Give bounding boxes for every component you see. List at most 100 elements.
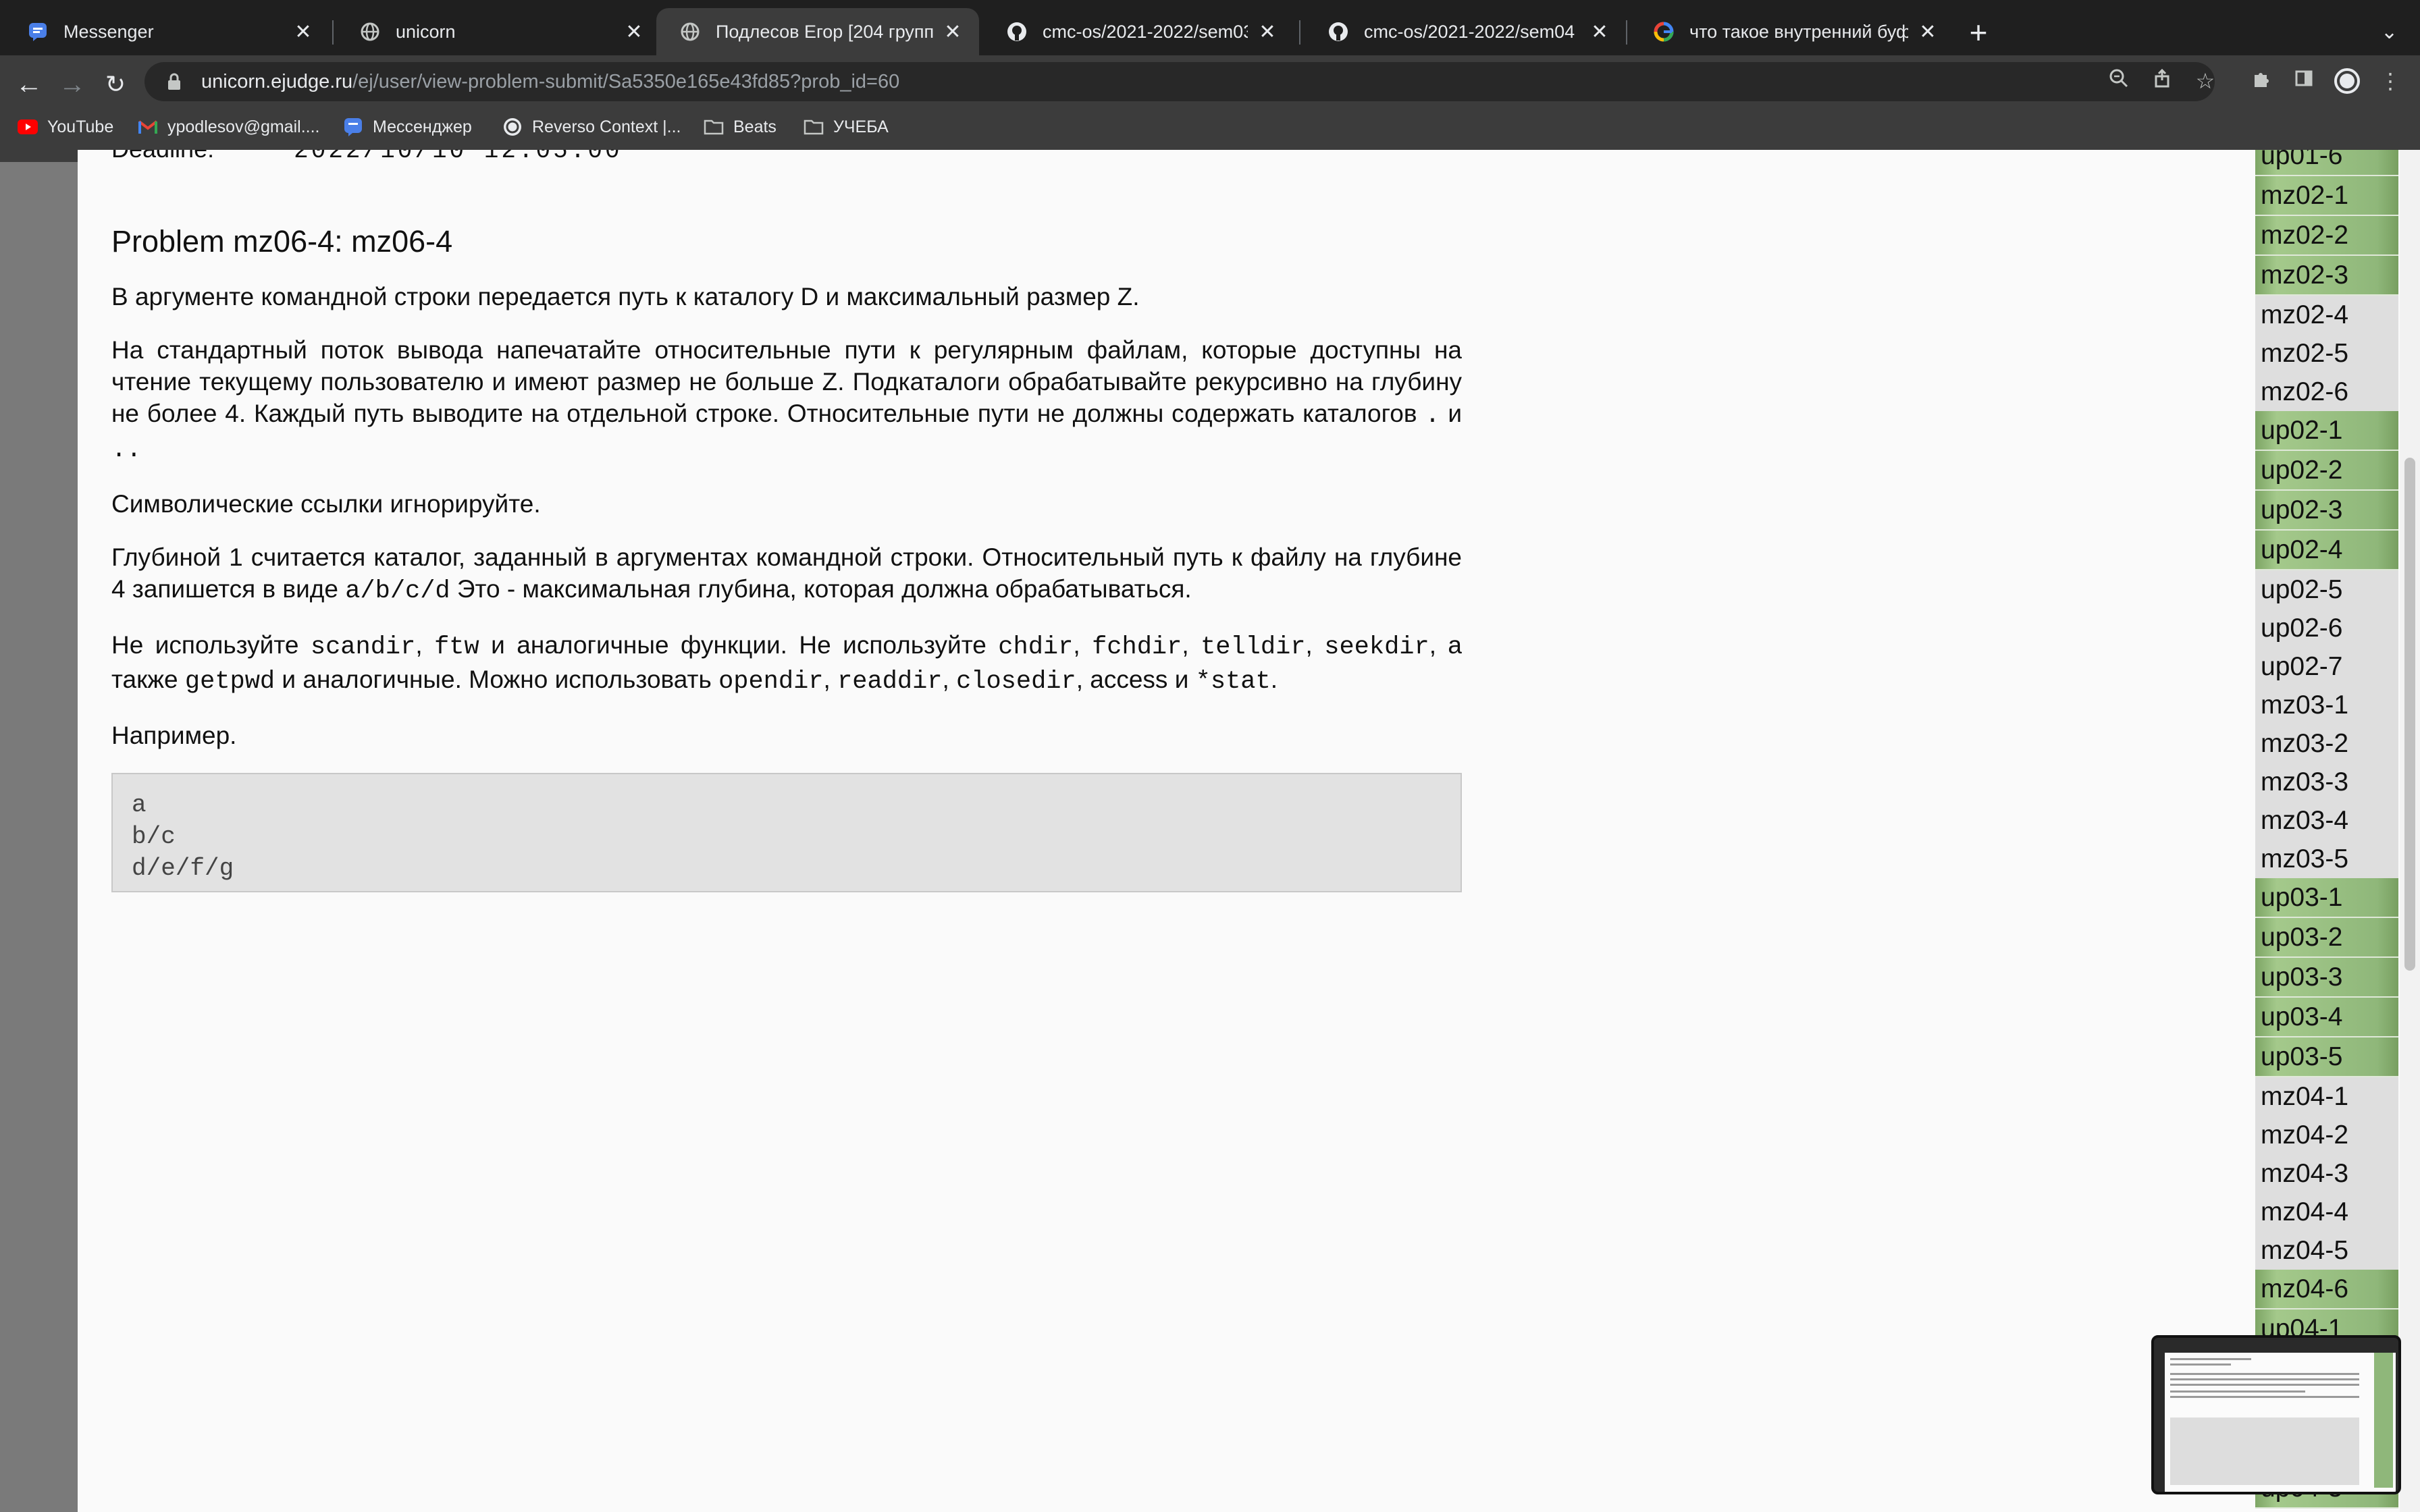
problem-statement: Problem mz06-4: mz06-4 В аргументе коман…: [111, 221, 1462, 892]
bookmark-reverso[interactable]: Reverso Context |...: [502, 115, 681, 139]
tab-search-chevron-icon[interactable]: ⌄: [2381, 20, 2398, 44]
problem-list-item[interactable]: mz04-4: [2255, 1193, 2398, 1231]
problem-list-item[interactable]: up01-6: [2255, 150, 2398, 176]
inline-code: fchdir: [1092, 633, 1182, 662]
bookmark-label: Beats: [733, 117, 777, 136]
inline-code: scandir: [310, 633, 416, 662]
paragraph-symlinks: Символические ссылки игнорируйте.: [111, 490, 541, 518]
preview-line: [2170, 1390, 2305, 1393]
back-button[interactable]: ←: [12, 68, 46, 101]
folder-icon: [704, 117, 724, 137]
tab-github-sem04[interactable]: cmc-os/2021-2022/sem04 at m ✕: [1305, 8, 1626, 55]
problem-list-item[interactable]: mz02-3: [2255, 256, 2398, 296]
tab-unicorn[interactable]: unicorn ✕: [336, 8, 660, 55]
tab-messenger[interactable]: Messenger ✕: [4, 8, 330, 55]
paragraph-text: Это - максимальная глубина, которая долж…: [456, 575, 1192, 603]
inline-code: ftw: [434, 633, 479, 662]
problem-list-item[interactable]: mz04-1: [2255, 1077, 2398, 1116]
deadline-value: 2022/10/10 12:05:00: [294, 150, 623, 165]
problem-list-item[interactable]: up02-7: [2255, 647, 2398, 686]
inline-code: seekdir: [1324, 633, 1429, 662]
close-icon[interactable]: ✕: [624, 20, 644, 44]
preview-list: [2374, 1353, 2393, 1488]
problem-list-item[interactable]: up02-3: [2255, 491, 2398, 531]
problem-list-item[interactable]: mz02-2: [2255, 216, 2398, 256]
side-panel-icon[interactable]: [2290, 68, 2317, 94]
tab-strip: Messenger ✕ unicorn ✕ Подлесов Егор [204…: [0, 0, 2420, 55]
close-icon[interactable]: ✕: [1257, 20, 1278, 44]
menu-kebab-icon[interactable]: ⋮: [2377, 68, 2404, 94]
problem-list-item[interactable]: mz03-2: [2255, 724, 2398, 763]
extensions-icon[interactable]: [2247, 68, 2274, 94]
scrollbar-thumb[interactable]: [2404, 458, 2415, 971]
tab-preview-thumbnail: [2151, 1335, 2401, 1494]
inline-code: readdir: [837, 668, 943, 696]
bookmark-label: Reverso Context |...: [532, 117, 681, 136]
profile-avatar-icon[interactable]: [2334, 68, 2361, 94]
problem-list-item[interactable]: up03-4: [2255, 998, 2398, 1037]
bookmark-label: ypodlesov@gmail....: [167, 117, 320, 136]
problem-list-item[interactable]: up03-5: [2255, 1037, 2398, 1077]
problem-list-item[interactable]: mz04-3: [2255, 1154, 2398, 1193]
tab-github-sem03[interactable]: cmc-os/2021-2022/sem03 at m ✕: [983, 8, 1294, 55]
problem-list-item[interactable]: up02-5: [2255, 570, 2398, 609]
problem-list-item[interactable]: up03-3: [2255, 958, 2398, 998]
problem-list-item[interactable]: mz04-6: [2255, 1270, 2398, 1310]
address-bar[interactable]: unicorn.ejudge.ru/ej/user/view-problem-s…: [144, 62, 2215, 101]
paragraph-example-label: Например.: [111, 722, 237, 749]
preview-line: [2170, 1384, 2359, 1386]
bookmark-messenger[interactable]: Мессенджер: [343, 115, 472, 139]
close-icon[interactable]: ✕: [293, 20, 313, 44]
github-icon: [1327, 21, 1349, 43]
new-tab-button[interactable]: +: [1962, 14, 1995, 51]
problem-list-item[interactable]: mz02-1: [2255, 176, 2398, 216]
tab-google-search[interactable]: что такое внутренний буфер ✕: [1630, 8, 1954, 55]
problem-list-item[interactable]: up02-4: [2255, 531, 2398, 570]
preview-block: [2170, 1418, 2359, 1485]
problem-list-item[interactable]: mz03-3: [2255, 763, 2398, 801]
bookmark-folder-ucheba[interactable]: УЧЕБА: [804, 115, 889, 139]
page-content: Deadline: 2022/10/10 12:05:00 Problem mz0…: [78, 150, 2420, 1512]
problem-list-item[interactable]: up03-1: [2255, 878, 2398, 918]
problem-list-item[interactable]: mz02-4: [2255, 296, 2398, 334]
bookmark-folder-beats[interactable]: Beats: [704, 115, 777, 139]
inline-code: getpwd: [184, 668, 275, 696]
youtube-icon: [18, 117, 38, 137]
problem-list-item[interactable]: up02-1: [2255, 411, 2398, 451]
problem-list-item[interactable]: mz02-6: [2255, 373, 2398, 411]
tab-title: cmc-os/2021-2022/sem04 at m: [1364, 21, 1580, 42]
tab-title: unicorn: [396, 21, 456, 42]
share-icon[interactable]: [2149, 68, 2176, 94]
tab-title: cmc-os/2021-2022/sem03 at m: [1043, 21, 1248, 42]
messenger-icon: [343, 117, 363, 137]
zoom-icon[interactable]: [2105, 68, 2132, 94]
bookmark-label: Мессенджер: [373, 117, 472, 136]
bookmark-gmail[interactable]: ypodlesov@gmail....: [138, 115, 319, 139]
tab-active-problem[interactable]: Подлесов Егор [204 группа, 3 ✕: [656, 8, 979, 55]
problem-list-item[interactable]: mz03-4: [2255, 801, 2398, 840]
bookmark-star-icon[interactable]: ☆: [2192, 68, 2219, 94]
lock-icon[interactable]: [165, 72, 184, 91]
close-icon[interactable]: ✕: [1918, 20, 1938, 44]
github-icon: [1006, 21, 1028, 43]
tab-separator: [332, 20, 334, 45]
bookmark-label: YouTube: [47, 117, 114, 136]
problem-list-item[interactable]: mz02-5: [2255, 334, 2398, 373]
reload-button[interactable]: ↻: [99, 68, 132, 101]
problem-title: Problem mz06-4: mz06-4: [111, 224, 453, 259]
inline-code: telldir: [1201, 633, 1306, 662]
problem-list-item[interactable]: mz04-5: [2255, 1231, 2398, 1270]
close-icon[interactable]: ✕: [943, 20, 963, 44]
close-icon[interactable]: ✕: [1589, 20, 1610, 44]
problem-list-item[interactable]: mz03-1: [2255, 686, 2398, 724]
paragraph-intro: В аргументе командной строки передается …: [111, 283, 1140, 310]
problem-list-item[interactable]: mz03-5: [2255, 840, 2398, 878]
reverso-icon: [502, 117, 523, 137]
forward-button[interactable]: →: [55, 68, 89, 101]
problem-list-item[interactable]: up02-2: [2255, 451, 2398, 491]
problem-list-item[interactable]: up03-2: [2255, 918, 2398, 958]
bookmark-youtube[interactable]: YouTube: [18, 115, 113, 139]
problem-list-item[interactable]: up02-6: [2255, 609, 2398, 647]
problem-list-item[interactable]: mz04-2: [2255, 1116, 2398, 1154]
paragraph-text: На стандартный поток вывода напечатайте …: [111, 336, 1462, 427]
